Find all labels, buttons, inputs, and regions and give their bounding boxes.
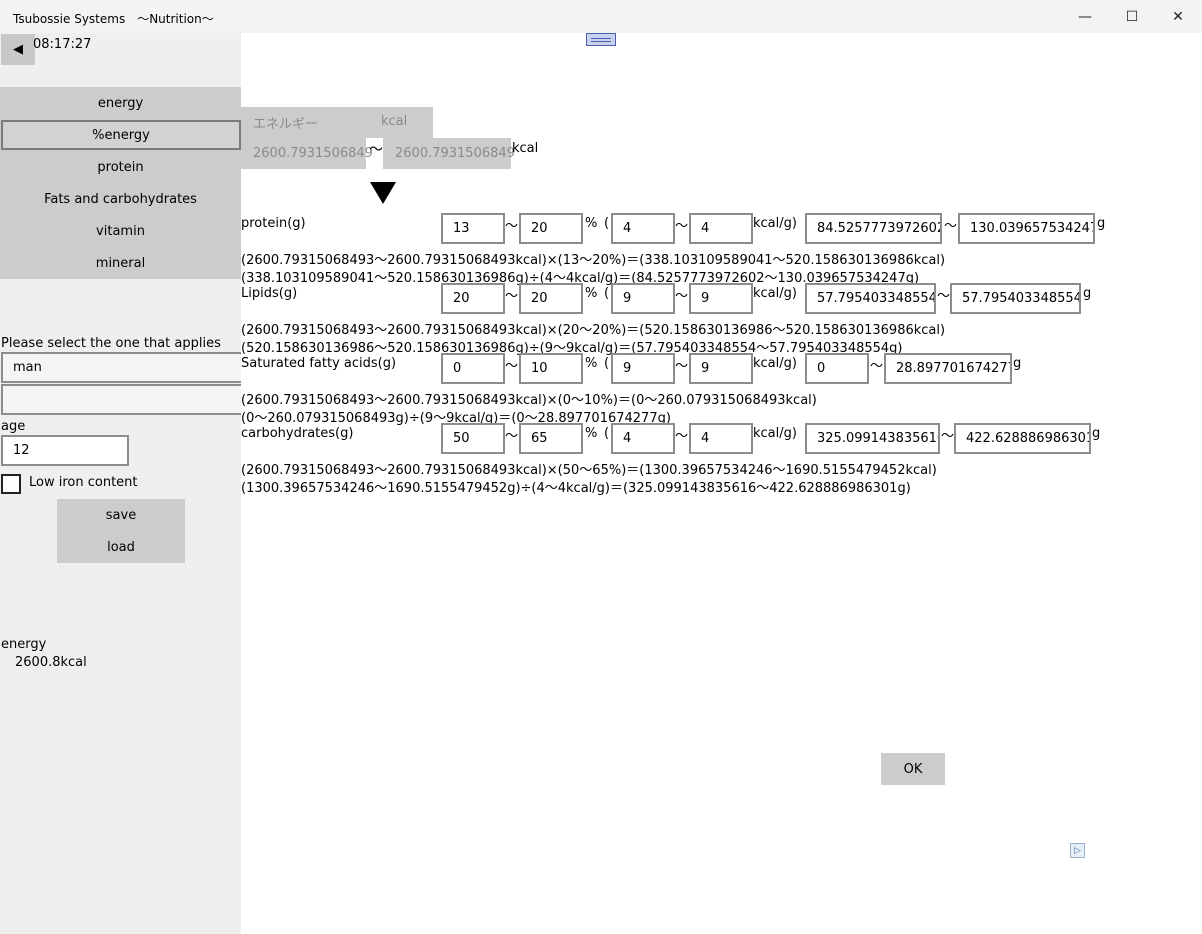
protein-kcal-max-input[interactable]: 4 (689, 213, 753, 244)
load-button[interactable]: load (57, 531, 185, 563)
gram-unit: g (1097, 216, 1106, 231)
energy-header-label: エネルギー (253, 117, 319, 132)
kcal-per-g-unit: kcal/g) (753, 216, 797, 231)
protein-kcal-min-input[interactable]: 4 (611, 213, 675, 244)
percent-sign: % (585, 286, 598, 301)
protein-pct-max-input[interactable]: 20 (519, 213, 583, 244)
protein-pct-min-input[interactable]: 13 (441, 213, 505, 244)
energy-range-tilde: 〜 (369, 142, 383, 158)
tilde: 〜 (505, 289, 519, 304)
menu-item-mineral[interactable]: mineral (0, 247, 241, 279)
carb-kcal-max-input[interactable]: 4 (689, 423, 753, 454)
lipids-pct-max-input[interactable]: 20 (519, 283, 583, 314)
select-label: Please select the one that applies (1, 336, 221, 351)
carb-pct-max-input[interactable]: 65 (519, 423, 583, 454)
ad-choices-icon[interactable]: ▷ (1070, 843, 1085, 858)
menu-item-protein[interactable]: protein (0, 151, 241, 183)
tilde: 〜 (505, 429, 519, 444)
carb-calc-line-1: (2600.79315068493〜2600.79315068493kcal)×… (241, 463, 937, 478)
close-button[interactable]: ✕ (1155, 0, 1201, 33)
tilde: 〜 (675, 429, 689, 444)
sfa-kcal-min-input[interactable]: 9 (611, 353, 675, 384)
energy-min-value: 2600.7931506849 (253, 146, 373, 161)
sfa-g-min-field[interactable]: 0 (805, 353, 869, 384)
energy-max-value: 2600.7931506849 (395, 146, 515, 161)
nav-menu: energy %energy protein Fats and carbohyd… (0, 87, 241, 279)
open-paren: ( (604, 216, 610, 231)
tilde: 〜 (937, 289, 951, 304)
carb-calc-line-2: (1300.39657534246〜1690.5155479452g)÷(4〜4… (241, 481, 911, 496)
minimize-button[interactable]: — (1062, 0, 1108, 33)
lipids-calc-line-1: (2600.79315068493〜2600.79315068493kcal)×… (241, 323, 946, 338)
drag-handle-icon[interactable] (586, 33, 616, 46)
maximize-button[interactable]: ☐ (1109, 0, 1155, 33)
energy-header-unit: kcal (381, 114, 408, 129)
percent-sign: % (585, 426, 598, 441)
ok-button[interactable]: OK (881, 753, 945, 785)
tilde: 〜 (675, 359, 689, 374)
kcal-per-g-unit: kcal/g) (753, 286, 797, 301)
open-paren: ( (604, 356, 610, 371)
sfa-calc-line-1: (2600.79315068493〜2600.79315068493kcal)×… (241, 393, 817, 408)
open-paren: ( (604, 426, 610, 441)
tilde: 〜 (870, 359, 884, 374)
minimize-icon: — (1078, 8, 1092, 25)
row-label-protein: protein(g) (241, 216, 306, 231)
kcal-per-g-unit: kcal/g) (753, 356, 797, 371)
lipids-g-min-field[interactable]: 57.795403348554 (805, 283, 936, 314)
age-label: age (1, 419, 26, 434)
row-label-saturated-fatty-acids: Saturated fatty acids(g) (241, 356, 397, 371)
open-paren: ( (604, 286, 610, 301)
carb-g-max-field[interactable]: 422.628886986301 (954, 423, 1091, 454)
low-iron-checkbox[interactable] (1, 474, 21, 494)
protein-calc-line-1: (2600.79315068493〜2600.79315068493kcal)×… (241, 253, 946, 268)
tilde: 〜 (675, 219, 689, 234)
sfa-g-max-field[interactable]: 28.897701674277 (884, 353, 1012, 384)
percent-sign: % (585, 356, 598, 371)
back-button[interactable]: ◀ (1, 34, 35, 65)
carb-pct-min-input[interactable]: 50 (441, 423, 505, 454)
protein-g-max-field[interactable]: 130.039657534247 (958, 213, 1095, 244)
menu-item-vitamin[interactable]: vitamin (0, 215, 241, 247)
kcal-per-g-unit: kcal/g) (753, 426, 797, 441)
tilde: 〜 (505, 219, 519, 234)
percent-sign: % (585, 216, 598, 231)
lipids-g-max-field[interactable]: 57.795403348554 (950, 283, 1081, 314)
close-icon: ✕ (1172, 8, 1184, 25)
save-button[interactable]: save (57, 499, 185, 531)
menu-item-fats-carbohydrates[interactable]: Fats and carbohydrates (0, 183, 241, 215)
protein-g-min-field[interactable]: 84.5257773972602 (805, 213, 942, 244)
lipids-kcal-min-input[interactable]: 9 (611, 283, 675, 314)
gram-unit: g (1083, 286, 1092, 301)
lipids-kcal-max-input[interactable]: 9 (689, 283, 753, 314)
tilde: 〜 (941, 429, 955, 444)
tilde: 〜 (505, 359, 519, 374)
gram-unit: g (1092, 426, 1101, 441)
sfa-pct-min-input[interactable]: 0 (441, 353, 505, 384)
tilde: 〜 (944, 219, 958, 234)
energy-summary-label: energy (1, 637, 47, 652)
lipids-pct-min-input[interactable]: 20 (441, 283, 505, 314)
low-iron-label: Low iron content (29, 475, 138, 490)
age-input[interactable]: 12 (1, 435, 129, 466)
sfa-kcal-max-input[interactable]: 9 (689, 353, 753, 384)
tilde: 〜 (675, 289, 689, 304)
down-arrow-icon (370, 182, 396, 204)
clock: 08:17:27 (33, 37, 92, 52)
energy-unit: kcal (512, 141, 539, 156)
back-arrow-icon: ◀ (13, 42, 23, 57)
row-label-carbohydrates: carbohydrates(g) (241, 426, 354, 441)
carb-kcal-min-input[interactable]: 4 (611, 423, 675, 454)
gram-unit: g (1013, 356, 1022, 371)
row-label-lipids: Lipids(g) (241, 286, 298, 301)
maximize-icon: ☐ (1125, 8, 1139, 25)
category-select[interactable] (1, 384, 241, 415)
window-title: Tsubossie Systems 〜Nutrition〜 (13, 12, 214, 26)
energy-summary-value: 2600.8kcal (15, 655, 87, 670)
sfa-pct-max-input[interactable]: 10 (519, 353, 583, 384)
gender-select[interactable]: man (1, 352, 241, 383)
carb-g-min-field[interactable]: 325.099143835616 (805, 423, 940, 454)
menu-item-energy[interactable]: energy (0, 87, 241, 119)
menu-item-percent-energy[interactable]: %energy (1, 120, 241, 150)
